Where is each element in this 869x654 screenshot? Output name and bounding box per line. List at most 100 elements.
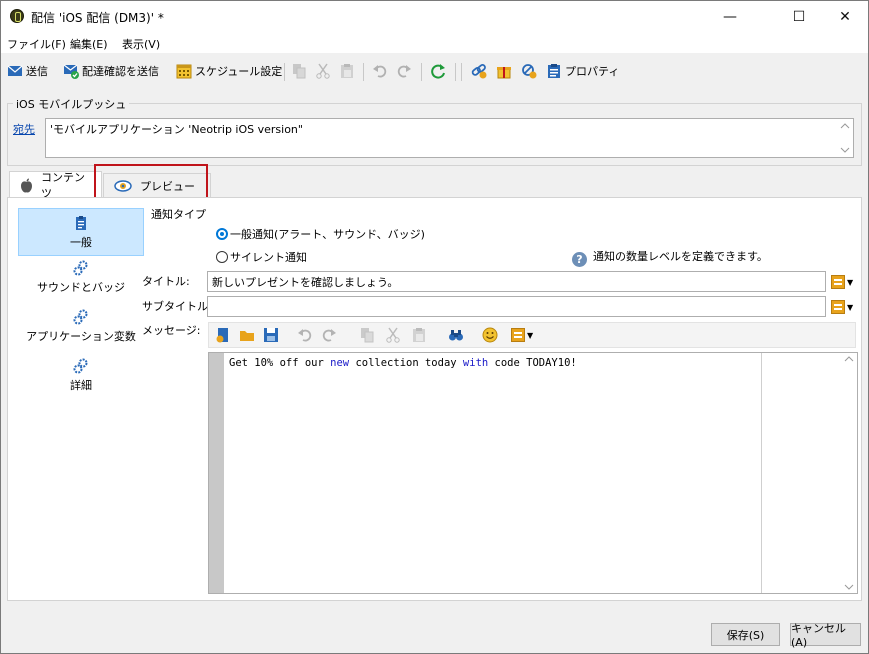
recipients-link[interactable]: 宛先 bbox=[13, 121, 35, 137]
radio-silent[interactable]: サイレント通知 bbox=[216, 249, 307, 265]
maximize-button[interactable]: ☐ bbox=[776, 1, 822, 33]
close-button[interactable]: ✕ bbox=[822, 1, 868, 33]
message-toolbar: ▼ bbox=[208, 322, 856, 348]
envelope-icon bbox=[7, 63, 23, 79]
menu-edit[interactable]: 編集(E) bbox=[70, 36, 108, 52]
offer-icon bbox=[521, 63, 537, 79]
radio-silent-indicator[interactable] bbox=[216, 251, 228, 263]
menu-view[interactable]: 表示(V) bbox=[122, 36, 160, 52]
clipboard-icon[interactable] bbox=[411, 327, 427, 343]
cancel-button[interactable]: キャンセル(A) bbox=[790, 622, 861, 649]
properties-button[interactable]: プロパティ bbox=[546, 61, 619, 81]
chevron-down-icon: ▼ bbox=[847, 302, 854, 312]
schedule-button[interactable]: スケジュール設定 bbox=[176, 61, 282, 81]
redo-button[interactable] bbox=[396, 61, 415, 81]
save-disk-icon[interactable] bbox=[263, 327, 279, 343]
send-proof-label: 配達確認を送信 bbox=[82, 65, 159, 78]
gears-icon bbox=[73, 358, 89, 374]
personalize-icon bbox=[831, 275, 845, 289]
undo-button[interactable] bbox=[372, 61, 391, 81]
message-text-segment: Get 10% off our bbox=[229, 357, 331, 369]
message-personalize-button[interactable]: ▼ bbox=[511, 327, 537, 343]
gears-icon bbox=[73, 309, 89, 325]
recipients-value: 'モバイルアプリケーション 'Neotrip iOS version" bbox=[50, 123, 303, 136]
toolbar-separator bbox=[455, 63, 456, 81]
personalize-icon bbox=[511, 328, 525, 342]
help-text: 通知の数量レベルを定義できます。 bbox=[593, 250, 768, 263]
undo-icon[interactable] bbox=[297, 327, 313, 343]
send-label: 送信 bbox=[26, 65, 48, 78]
envelope-check-icon bbox=[63, 63, 79, 79]
recipients-scrollbar[interactable] bbox=[838, 120, 852, 156]
main-toolbar: 送信 配達確認を送信 スケジュール設定 プロパティ bbox=[1, 57, 868, 85]
gift-icon bbox=[496, 63, 512, 79]
cut-button[interactable] bbox=[315, 61, 334, 81]
subtitle-input[interactable] bbox=[207, 296, 826, 317]
toolbar-separator bbox=[363, 63, 364, 81]
copy-icon[interactable] bbox=[359, 327, 375, 343]
sidebar-item-general[interactable]: 一般 bbox=[18, 208, 144, 256]
sidebar-item-advanced[interactable]: 詳細 bbox=[18, 358, 144, 398]
subtitle-label: サブタイトル: bbox=[142, 300, 212, 313]
paste-button[interactable] bbox=[339, 61, 358, 81]
toolbar-separator bbox=[421, 63, 422, 81]
minimize-button[interactable]: — bbox=[707, 1, 753, 33]
group-title: iOS モバイルプッシュ bbox=[13, 96, 130, 112]
toolbar-separator bbox=[284, 63, 285, 81]
sidebar-item-app-variables[interactable]: アプリケーション変数 bbox=[18, 309, 144, 349]
smiley-icon[interactable] bbox=[482, 327, 498, 343]
sidebar-item-label: アプリケーション変数 bbox=[26, 330, 136, 343]
message-keyword: with bbox=[462, 357, 489, 369]
gift-button[interactable] bbox=[496, 61, 515, 81]
scissors-icon[interactable] bbox=[385, 327, 401, 343]
delivery-window: 配信 'iOS 配信 (DM3)' * — ☐ ✕ ファイル(F) 編集(E) … bbox=[0, 0, 869, 654]
offer-button[interactable] bbox=[521, 61, 540, 81]
link-button[interactable] bbox=[471, 61, 490, 81]
calendar-icon bbox=[176, 63, 192, 79]
refresh-button[interactable] bbox=[430, 61, 449, 81]
message-keyword: new bbox=[330, 357, 350, 369]
sidebar-item-label: 一般 bbox=[70, 236, 92, 249]
properties-label: プロパティ bbox=[565, 65, 620, 78]
toolbar-separator bbox=[461, 63, 462, 81]
schedule-label: スケジュール設定 bbox=[195, 65, 283, 78]
title-value: 新しいプレゼントを確認しましょう。 bbox=[212, 276, 399, 289]
undo-icon bbox=[372, 63, 388, 79]
clipboard-icon bbox=[339, 63, 355, 79]
title-bar: 配信 'iOS 配信 (DM3)' * — ☐ ✕ bbox=[1, 1, 868, 33]
radio-general[interactable]: 一般通知(アラート、サウンド、バッジ) bbox=[216, 226, 425, 242]
clipboard-icon bbox=[73, 215, 89, 231]
radio-general-indicator[interactable] bbox=[216, 228, 228, 240]
message-text-segment: code TODAY10! bbox=[488, 357, 577, 369]
title-input[interactable]: 新しいプレゼントを確認しましょう。 bbox=[207, 271, 826, 292]
help-icon[interactable]: ? bbox=[572, 252, 587, 267]
new-file-icon[interactable] bbox=[215, 327, 231, 343]
send-proof-button[interactable]: 配達確認を送信 bbox=[63, 61, 159, 81]
notification-type-label: 通知タイプ bbox=[151, 208, 206, 221]
message-editor[interactable]: Get 10% off our new collection today wit… bbox=[208, 352, 858, 594]
radio-general-label: 一般通知(アラート、サウンド、バッジ) bbox=[230, 228, 425, 241]
tab-content[interactable]: コンテンツ bbox=[9, 171, 102, 200]
scissors-icon bbox=[315, 63, 331, 79]
editor-gutter bbox=[209, 353, 224, 593]
redo-icon bbox=[396, 63, 412, 79]
sidebar-item-sound-badge[interactable]: サウンドとバッジ bbox=[18, 260, 144, 300]
save-button[interactable]: 保存(S) bbox=[711, 623, 780, 646]
title-personalize-button[interactable]: ▼ bbox=[831, 273, 857, 291]
recipients-field[interactable]: 'モバイルアプリケーション 'Neotrip iOS version" bbox=[45, 118, 854, 158]
binoculars-icon[interactable] bbox=[448, 327, 464, 343]
editor-scrollbar[interactable] bbox=[841, 353, 857, 593]
folder-open-icon[interactable] bbox=[239, 327, 255, 343]
gears-icon bbox=[73, 260, 89, 276]
help-hint: ? 通知の数量レベルを定義できます。 bbox=[572, 248, 768, 267]
redo-icon[interactable] bbox=[321, 327, 337, 343]
sidebar-item-label: 詳細 bbox=[70, 379, 92, 392]
personalize-icon bbox=[831, 300, 845, 314]
refresh-icon bbox=[430, 63, 446, 79]
subtitle-personalize-button[interactable]: ▼ bbox=[831, 298, 857, 316]
menu-file[interactable]: ファイル(F) bbox=[7, 36, 66, 52]
message-text[interactable]: Get 10% off our new collection today wit… bbox=[229, 357, 577, 369]
copy-button[interactable] bbox=[291, 61, 310, 81]
send-button[interactable]: 送信 bbox=[7, 61, 48, 81]
menu-bar: ファイル(F) 編集(E) 表示(V) bbox=[1, 33, 868, 53]
